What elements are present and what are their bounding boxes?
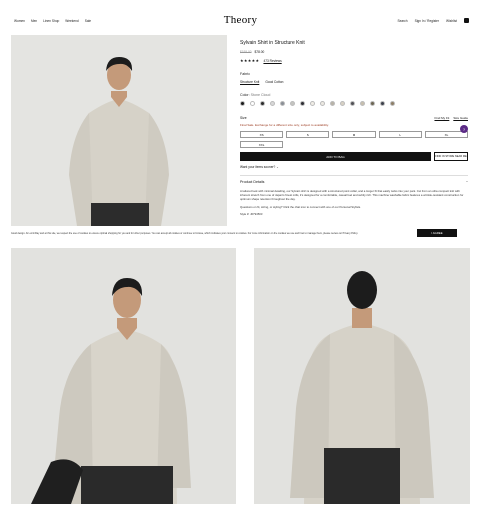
size-option-xs[interactable]: XS xyxy=(240,131,284,138)
product-description: A tailored look with minimal detailing, … xyxy=(240,188,464,202)
product-image-front[interactable] xyxy=(11,35,227,226)
size-grid-row2: XXL xyxy=(240,141,468,148)
color-swatch[interactable] xyxy=(330,101,335,106)
model-side-illustration xyxy=(11,248,236,504)
site-header: Women Men Linen Shop Weekend Sale Theory… xyxy=(0,0,481,36)
original-price: $195.00 xyxy=(240,50,252,54)
color-swatch[interactable] xyxy=(240,101,245,106)
find-my-fit-link[interactable]: Find My Fit xyxy=(434,116,449,120)
header-utilities: Search Sign In / Register Wishlist xyxy=(397,18,469,23)
purchase-actions: ADD TO BAG FIND IN STORE NEAR ME xyxy=(240,152,468,161)
cookie-banner: Good design. At Lumli Ray and at this si… xyxy=(0,226,481,242)
fabric-label: Fabric xyxy=(240,72,250,76)
color-swatch[interactable] xyxy=(260,101,265,106)
add-to-bag-button[interactable]: ADD TO BAG xyxy=(240,152,431,161)
color-swatches xyxy=(240,101,468,106)
collapse-icon[interactable]: − xyxy=(466,180,468,184)
color-swatch[interactable] xyxy=(340,101,345,106)
style-number: Style #: J0794503 xyxy=(240,211,263,216)
color-swatch[interactable] xyxy=(270,101,275,106)
sale-price: $78.00 xyxy=(254,50,265,54)
price-block: $195.00 $78.00 xyxy=(240,50,468,54)
size-option-s[interactable]: S xyxy=(286,131,330,138)
product-image-back[interactable] xyxy=(254,248,470,504)
product-details-header[interactable]: Product Details − xyxy=(240,180,468,184)
color-swatch[interactable] xyxy=(370,101,375,106)
fabric-option-good-cotton[interactable]: Good Cotton xyxy=(265,80,283,84)
fabric-options: Structure Knit Good Cotton xyxy=(240,80,468,84)
chat-icon[interactable]: ? xyxy=(460,125,468,133)
size-guide-link[interactable]: Size Guide xyxy=(453,116,468,120)
color-label-row: Color: Stone Cloud xyxy=(240,93,468,97)
color-swatch[interactable] xyxy=(310,101,315,106)
size-header: Size Find My Fit Size Guide xyxy=(240,116,468,120)
color-swatch[interactable] xyxy=(300,101,305,106)
product-title: Sylvain Shirt in Structure Knit xyxy=(240,40,305,46)
product-image-side[interactable] xyxy=(11,248,236,504)
color-swatch[interactable] xyxy=(380,101,385,106)
cookie-agree-button[interactable]: I AGREE xyxy=(417,229,457,237)
color-swatch[interactable] xyxy=(290,101,295,106)
delivery-prompt-text: Want your items sooner? xyxy=(240,165,276,169)
color-swatch[interactable] xyxy=(280,101,285,106)
fabric-option-structure-knit[interactable]: Structure Knit xyxy=(240,80,259,84)
size-option-l[interactable]: L xyxy=(378,131,422,138)
color-swatch[interactable] xyxy=(360,101,365,106)
reviews-link[interactable]: 473 Reviews xyxy=(263,59,281,63)
color-value: Stone Cloud xyxy=(250,93,271,97)
model-back-illustration xyxy=(254,248,470,504)
account-link[interactable]: Sign In / Register xyxy=(415,19,439,23)
color-swatch[interactable] xyxy=(350,101,355,106)
size-grid: XS S M L XL xyxy=(240,131,468,138)
size-links: Find My Fit Size Guide xyxy=(434,116,468,120)
stylist-note: Questions on fit, sizing, or styling? Cl… xyxy=(240,204,361,209)
model-front-illustration xyxy=(11,35,227,226)
size-option-m[interactable]: M xyxy=(332,131,376,138)
wishlist-link[interactable]: Wishlist xyxy=(446,19,457,23)
rating-row: ★★★★★ 473 Reviews xyxy=(240,58,468,63)
final-sale-notice: Final Sale. Exchange for a different siz… xyxy=(240,123,329,127)
shopping-bag-icon[interactable] xyxy=(464,18,469,23)
color-label: Color: xyxy=(240,93,250,97)
size-option-xxl[interactable]: XXL xyxy=(240,141,284,148)
chevron-down-icon: ⌄ xyxy=(276,165,279,169)
search-link[interactable]: Search xyxy=(397,19,407,23)
delivery-prompt[interactable]: Want your items sooner? ⌄ xyxy=(240,165,468,169)
product-info-panel: Sylvain Shirt in Structure Knit $195.00 … xyxy=(240,40,468,216)
product-details-label: Product Details xyxy=(240,179,265,184)
color-swatch[interactable] xyxy=(390,101,395,106)
cookie-text: Good design. At Lumli Ray and at this si… xyxy=(11,232,359,235)
star-rating-icon: ★★★★★ xyxy=(240,58,260,63)
divider xyxy=(240,175,468,176)
find-in-store-button[interactable]: FIND IN STORE NEAR ME xyxy=(434,152,468,161)
size-label: Size xyxy=(240,116,247,120)
color-swatch[interactable] xyxy=(250,101,255,106)
color-swatch[interactable] xyxy=(320,101,325,106)
